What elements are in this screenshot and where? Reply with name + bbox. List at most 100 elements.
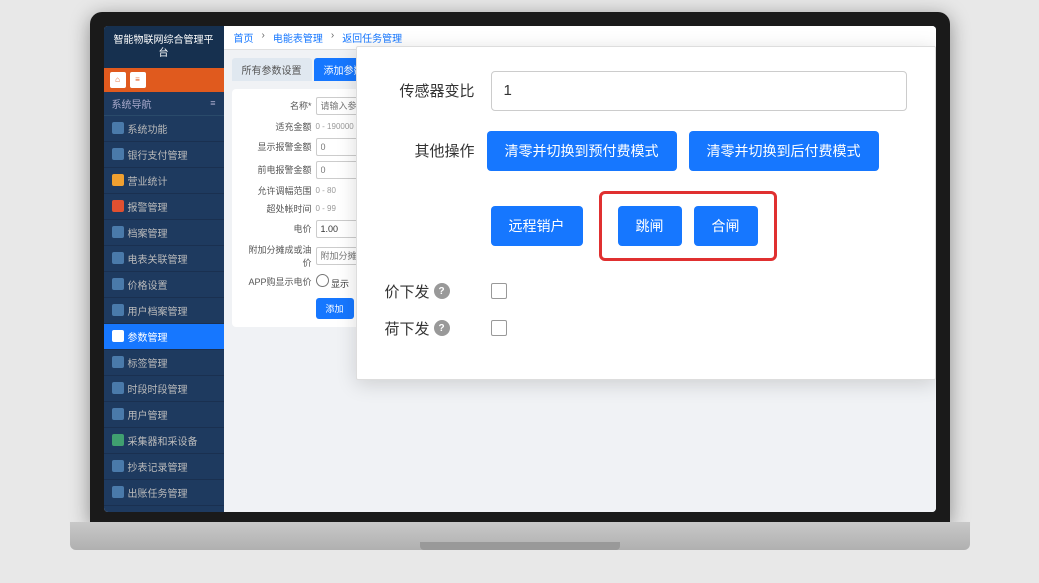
price-icon (112, 278, 124, 290)
app-show-label: APP购显示电价 (242, 275, 312, 288)
sidebar-item-alert[interactable]: 报警管理 (104, 194, 224, 220)
sidebar-item-label: 用户档案管理 (128, 303, 188, 318)
sidebar-item-params[interactable]: 参数管理 (104, 324, 224, 350)
nav-label: 系统导航 (112, 96, 152, 111)
menu-icon[interactable]: ≡ (130, 72, 146, 88)
sidebar-item-label: 抄表记录管理 (128, 459, 188, 474)
timeout-label: 超处帐时间 (242, 202, 312, 215)
sidebar-item-label: 价格设置 (128, 277, 168, 292)
range-label: 允许调幅范围 (242, 184, 312, 197)
clear-prepay-button[interactable]: 清零并切换到预付费模式 (487, 131, 677, 171)
tab-all-params[interactable]: 所有参数设置 (232, 58, 312, 81)
pre-warning-label: 前电报警金额 (242, 163, 312, 176)
stats-icon (112, 174, 124, 186)
price-send-label: 价下发 (385, 281, 430, 302)
tag-icon (112, 356, 124, 368)
breadcrumb-sep2: › (331, 30, 334, 45)
nav-toggle[interactable]: ≡ (210, 98, 215, 108)
price-send-label-wrapper: 价下发 ? (385, 281, 475, 302)
params-icon (112, 330, 124, 342)
sidebar-item-label: 档案管理 (128, 225, 168, 240)
load-send-label: 荷下发 (385, 318, 430, 339)
sidebar-item-time[interactable]: 时段时段管理 (104, 376, 224, 402)
sidebar-item-label: 出账任务管理 (128, 485, 188, 500)
users-icon (112, 408, 124, 420)
gear-icon (112, 122, 124, 134)
sidebar-item-label: 用户管理 (128, 407, 168, 422)
jump-open-button[interactable]: 跳闸 (618, 206, 682, 246)
range-hint: 0 - 80 (316, 186, 336, 195)
sidebar-item-label: 电表关联管理 (128, 251, 188, 266)
sidebar-item-bank[interactable]: 银行支付管理 (104, 142, 224, 168)
reading-icon (112, 460, 124, 472)
sidebar-item-data-log[interactable]: 数据和日志 (104, 506, 224, 512)
sidebar-item-label: 采集器和采设备 (128, 433, 198, 448)
price-send-row: 价下发 ? (385, 281, 907, 302)
sidebar-item-system-func[interactable]: 系统功能 (104, 116, 224, 142)
meter-icon (112, 252, 124, 264)
sidebar-item-billing[interactable]: 出账任务管理 (104, 480, 224, 506)
sidebar-item-label: 标签管理 (128, 355, 168, 370)
price-send-checkbox[interactable] (491, 283, 507, 299)
strategy-label: 附加分摊成或油价 (242, 243, 312, 269)
nav-header: 系统导航 ≡ (104, 92, 224, 116)
sidebar-item-collector[interactable]: 采集器和采设备 (104, 428, 224, 454)
sidebar: 智能物联网综合管理平台 ⌂ ≡ 系统导航 ≡ 系统功能 银行支付管理 (104, 26, 224, 512)
breadcrumb-home[interactable]: 首页 (234, 30, 254, 45)
sidebar-item-tags[interactable]: 标签管理 (104, 350, 224, 376)
sidebar-item-label: 营业统计 (128, 173, 168, 188)
sidebar-item-stats[interactable]: 营业统计 (104, 168, 224, 194)
billing-icon (112, 486, 124, 498)
laptop-base (70, 522, 970, 550)
user-archive-icon (112, 304, 124, 316)
radio-show-text: 显示 (331, 279, 349, 289)
sidebar-item-reading[interactable]: 抄表记录管理 (104, 454, 224, 480)
sensor-input[interactable] (491, 71, 907, 111)
bank-icon (112, 148, 124, 160)
radio-show[interactable] (316, 274, 329, 287)
time-icon (112, 382, 124, 394)
name-label: 名称* (242, 99, 312, 112)
breadcrumb-meter[interactable]: 电能表管理 (273, 30, 323, 45)
collector-icon (112, 434, 124, 446)
radio-show-label[interactable]: 显示 (316, 274, 350, 290)
sidebar-item-label: 报警管理 (128, 199, 168, 214)
jump-close-row: 远程销户 跳闸 合闸 (385, 191, 907, 261)
other-ops-row: 其他操作 清零并切换到预付费模式 清零并切换到后付费模式 (385, 131, 907, 171)
archive-icon (112, 226, 124, 238)
sidebar-item-label: 参数管理 (128, 329, 168, 344)
sidebar-item-label: 数据和日志 (128, 511, 178, 512)
load-send-checkbox[interactable] (491, 320, 507, 336)
price-help-icon[interactable]: ? (434, 283, 450, 299)
other-ops-label: 其他操作 (385, 140, 475, 161)
sidebar-item-label: 时段时段管理 (128, 381, 188, 396)
sidebar-item-user-archive[interactable]: 用户档案管理 (104, 298, 224, 324)
remote-sales-button[interactable]: 远程销户 (491, 206, 583, 246)
warning-label: 显示报警金额 (242, 140, 312, 153)
alert-icon (112, 200, 124, 212)
sidebar-item-archive[interactable]: 档案管理 (104, 220, 224, 246)
sensor-label: 传感器变比 (385, 80, 475, 101)
sidebar-item-price[interactable]: 价格设置 (104, 272, 224, 298)
charge-hint: 0 - 190000 (316, 122, 354, 131)
sensor-row: 传感器变比 (385, 71, 907, 111)
add-button[interactable]: 添加 (316, 298, 354, 319)
laptop-screen: 智能物联网综合管理平台 ⌂ ≡ 系统导航 ≡ 系统功能 银行支付管理 (104, 26, 936, 512)
breadcrumb-sep: › (262, 30, 265, 45)
overlay-panel: 传感器变比 其他操作 清零并切换到预付费模式 清零并切换到后付费模式 远程销户 … (356, 46, 936, 380)
load-help-icon[interactable]: ? (434, 320, 450, 336)
laptop-wrapper: 智能物联网综合管理平台 ⌂ ≡ 系统导航 ≡ 系统功能 银行支付管理 (60, 12, 980, 572)
clear-postpay-button[interactable]: 清零并切换到后付费模式 (689, 131, 879, 171)
sidebar-item-meter-mgmt[interactable]: 电表关联管理 (104, 246, 224, 272)
highlighted-actions-box: 跳闸 合闸 (599, 191, 777, 261)
laptop-bezel: 智能物联网综合管理平台 ⌂ ≡ 系统导航 ≡ 系统功能 银行支付管理 (90, 12, 950, 522)
breadcrumb-return[interactable]: 返回任务管理 (342, 30, 402, 45)
close-button[interactable]: 合闸 (694, 206, 758, 246)
app-title: 智能物联网综合管理平台 (104, 26, 224, 68)
electricity-label: 电价 (242, 222, 312, 235)
home-icon[interactable]: ⌂ (110, 72, 126, 88)
sidebar-item-users[interactable]: 用户管理 (104, 402, 224, 428)
load-send-label-wrapper: 荷下发 ? (385, 318, 475, 339)
charge-label: 适充金额 (242, 120, 312, 133)
timeout-hint: 0 - 99 (316, 204, 336, 213)
